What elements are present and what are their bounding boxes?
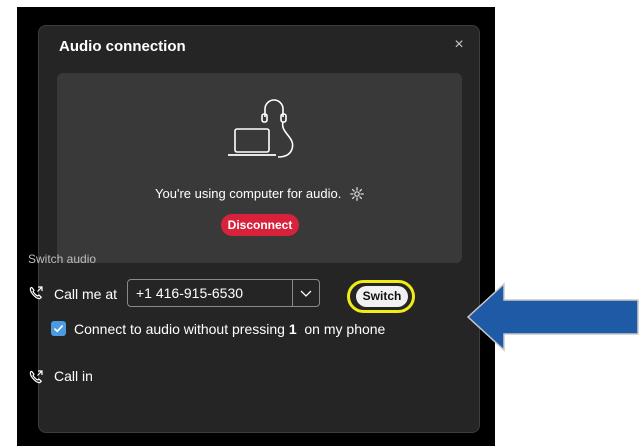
status-line: You're using computer for audio. (57, 185, 462, 201)
chevron-down-icon (300, 290, 312, 297)
auto-connect-label: Connect to audio without pressing 1 on m… (74, 321, 386, 337)
auto-connect-row: Connect to audio without pressing 1 on m… (51, 320, 431, 338)
disconnect-button[interactable]: Disconnect (221, 214, 299, 236)
status-message: You're using computer for audio. (155, 186, 342, 202)
phone-number-input[interactable] (128, 280, 293, 306)
gear-icon[interactable] (350, 186, 364, 201)
dialog-title: Audio connection (59, 38, 186, 55)
switch-audio-label: Switch audio (28, 252, 97, 266)
phone-number-dropdown[interactable] (292, 280, 319, 306)
switch-button[interactable]: Switch (356, 286, 408, 307)
checkmark-icon (53, 325, 64, 333)
pointer-arrow (466, 282, 639, 352)
audio-status-panel: You're using computer for audio. Disconn… (57, 73, 462, 263)
phone-incoming-icon (29, 370, 43, 384)
phone-outgoing-icon (29, 286, 43, 300)
call-in-option[interactable]: Call in (28, 368, 148, 388)
auto-connect-checkbox[interactable] (51, 321, 66, 336)
call-me-label: Call me at (54, 286, 118, 302)
headset-laptop-icon (228, 99, 294, 158)
close-button[interactable]: × (451, 37, 467, 53)
phone-number-field (127, 279, 320, 307)
close-icon: × (454, 36, 464, 53)
call-in-label: Call in (54, 368, 93, 384)
